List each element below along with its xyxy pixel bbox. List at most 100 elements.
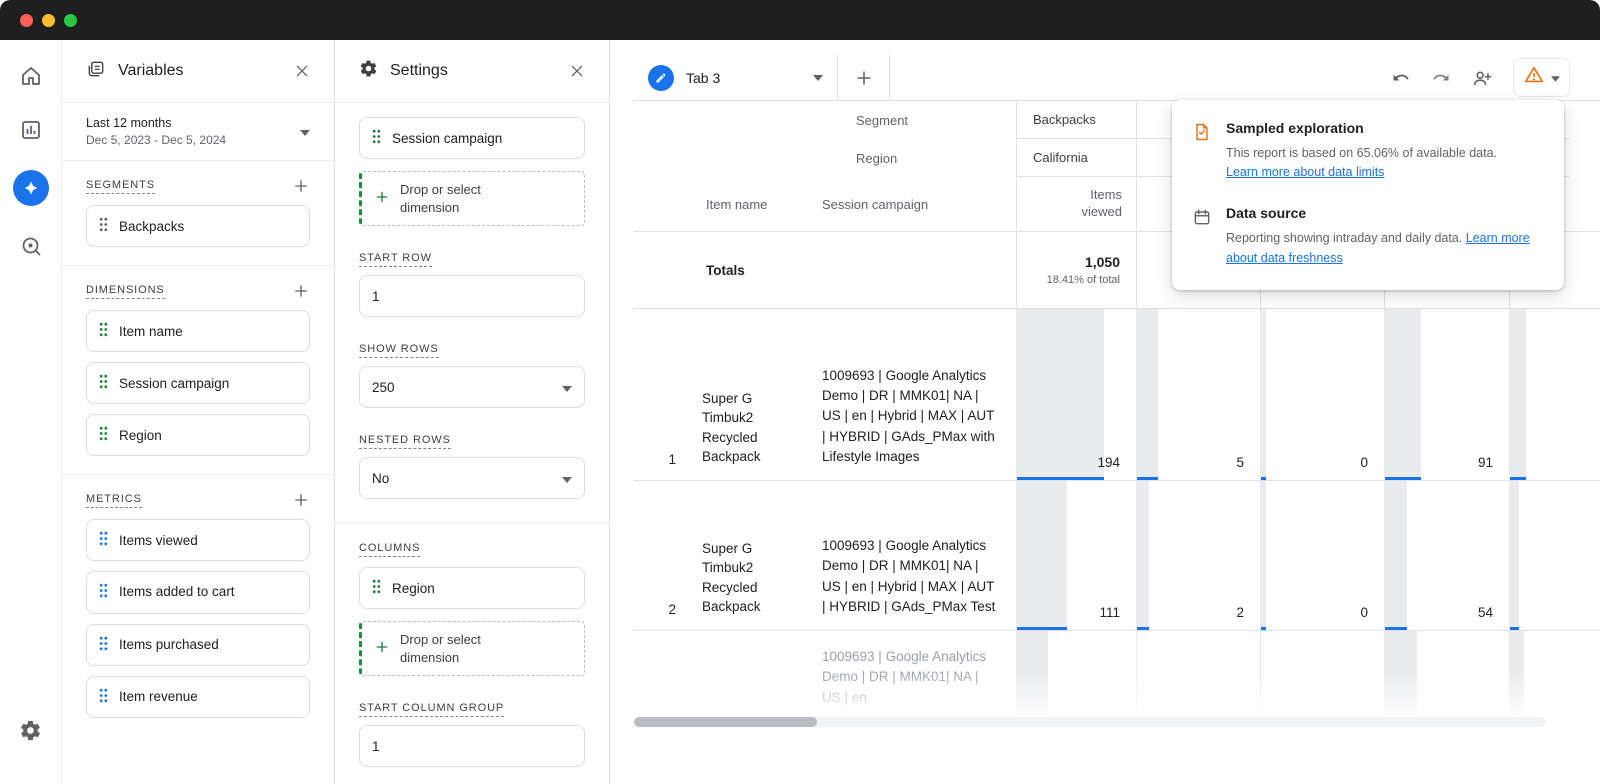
table-row[interactable]: 1 Super G Timbuk2 Recycled Backpack 1009…	[634, 309, 1600, 481]
metric-cell	[1016, 631, 1136, 717]
metrics-section-label: METRICS	[86, 493, 142, 508]
minimize-window-button[interactable]	[42, 14, 55, 27]
drag-handle-icon	[99, 374, 108, 392]
metric-cell: 2	[1136, 481, 1260, 630]
metric-cell	[1136, 631, 1260, 717]
drag-handle-icon	[99, 322, 108, 340]
dimensions-section-label: DIMENSIONS	[86, 284, 165, 299]
start-row-input[interactable]: 1	[359, 275, 585, 317]
start-column-group-label: START COLUMN GROUP	[359, 702, 504, 717]
sampled-report-icon	[1192, 120, 1212, 181]
plus-icon	[374, 189, 390, 208]
drag-handle-icon	[99, 217, 108, 235]
horizontal-scrollbar[interactable]	[634, 717, 1546, 727]
data-limits-link[interactable]: Learn more about data limits	[1226, 165, 1384, 179]
chip-label: Session campaign	[119, 376, 229, 391]
start-column-group-input[interactable]: 1	[359, 725, 585, 767]
settings-panel-title: Settings	[390, 62, 448, 80]
plus-icon	[374, 639, 390, 658]
sampled-exploration-title: Sampled exploration	[1226, 120, 1497, 136]
nested-rows-label: NESTED ROWS	[359, 434, 451, 449]
close-window-button[interactable]	[20, 14, 33, 27]
chip-label: Item revenue	[119, 689, 198, 704]
columns-section-label: COLUMNS	[359, 542, 420, 557]
show-rows-label: SHOW ROWS	[359, 343, 439, 358]
rows-drop-dimension-zone[interactable]: Drop or select dimension	[359, 171, 585, 226]
drag-handle-icon	[372, 129, 381, 147]
metric-chip[interactable]: Items added to cart	[86, 571, 310, 614]
chip-label: Item name	[119, 324, 183, 339]
maximize-window-button[interactable]	[64, 14, 77, 27]
metric-cell: 5	[1136, 309, 1260, 480]
tab-bar: Tab 3	[634, 55, 1600, 101]
sampled-exploration-section: Sampled exploration This report is based…	[1192, 120, 1544, 181]
variables-icon	[86, 59, 106, 84]
rows-dimension-chip[interactable]: Session campaign	[359, 117, 585, 159]
date-range-selector[interactable]: Last 12 months Dec 5, 2023 - Dec 5, 2024	[62, 103, 334, 160]
scrollbar-thumb[interactable]	[634, 717, 817, 727]
window-titlebar	[0, 0, 1600, 40]
tab-settings-panel: Settings Session campaign Drop or select…	[335, 40, 610, 784]
start-row-value: 1	[372, 289, 380, 304]
date-range-secondary: Dec 5, 2023 - Dec 5, 2024	[86, 133, 226, 147]
redo-icon[interactable]	[1431, 68, 1451, 88]
tab-3[interactable]: Tab 3	[634, 55, 838, 100]
reports-icon[interactable]	[17, 116, 45, 144]
segments-section-label: SEGMENTS	[86, 179, 155, 194]
item-name-column-header[interactable]: Item name	[700, 177, 816, 231]
chip-label: Session campaign	[392, 131, 502, 146]
sampling-warning-icon	[1523, 64, 1545, 91]
chevron-down-icon	[562, 380, 572, 395]
dimension-chip[interactable]: Session campaign	[86, 362, 310, 404]
settings-gear-icon	[359, 59, 378, 83]
chip-label: Items added to cart	[119, 583, 259, 602]
table-row[interactable]: 2 Super G Timbuk2 Recycled Backpack 1009…	[634, 481, 1600, 631]
drag-handle-icon	[99, 636, 108, 654]
add-metric-button[interactable]	[292, 491, 310, 509]
close-settings-icon[interactable]	[569, 63, 585, 79]
add-tab-button[interactable]	[838, 55, 890, 100]
metric-cell: 194	[1016, 309, 1136, 480]
drag-handle-icon	[99, 426, 108, 444]
advertising-icon[interactable]	[17, 232, 45, 260]
metric-chip[interactable]: Items purchased	[86, 624, 310, 666]
session-campaign-cell: 1009693 | Google Analytics Demo | DR | M…	[816, 309, 1016, 480]
show-rows-select[interactable]: 250	[359, 366, 585, 408]
region-header-value[interactable]: California	[1016, 139, 1136, 177]
left-nav	[0, 40, 62, 784]
home-icon[interactable]	[17, 62, 45, 90]
add-dimension-button[interactable]	[292, 282, 310, 300]
tab-menu-chevron-icon[interactable]	[813, 75, 823, 81]
sampling-popover: Sampled exploration This report is based…	[1172, 100, 1564, 290]
metric-chip[interactable]: Items viewed	[86, 519, 310, 561]
add-segment-button[interactable]	[292, 177, 310, 195]
settings-gear-icon[interactable]	[17, 716, 45, 744]
segment-chip[interactable]: Backpacks	[86, 205, 310, 247]
explore-icon[interactable]	[13, 170, 49, 206]
sampling-status-button[interactable]	[1513, 58, 1570, 97]
metric-cell-clipped	[1509, 631, 1569, 717]
dimension-chip[interactable]: Item name	[86, 310, 310, 352]
chevron-down-icon	[562, 471, 572, 486]
session-campaign-cell: 1009693 | Google Analytics Demo | DR | M…	[816, 481, 1016, 630]
start-column-group-value: 1	[372, 739, 380, 754]
metric-cell: 91	[1384, 309, 1509, 480]
close-variables-icon[interactable]	[294, 63, 310, 79]
edit-pencil-icon	[648, 65, 674, 91]
nested-rows-value: No	[372, 471, 389, 486]
nested-rows-select[interactable]: No	[359, 457, 585, 499]
table-row[interactable]: 1009693 | Google Analytics Demo | DR | M…	[634, 631, 1600, 717]
item-name-cell: Super G Timbuk2 Recycled Backpack	[700, 481, 816, 630]
columns-drop-dimension-zone[interactable]: Drop or select dimension	[359, 621, 585, 676]
segment-header-value[interactable]: Backpacks	[1016, 101, 1136, 139]
items-viewed-column-header[interactable]: Items viewed	[1016, 177, 1136, 231]
columns-dimension-chip[interactable]: Region	[359, 567, 585, 609]
metric-chip[interactable]: Item revenue	[86, 676, 310, 718]
drag-handle-icon	[99, 583, 108, 601]
undo-icon[interactable]	[1391, 68, 1411, 88]
session-campaign-column-header[interactable]: Session campaign	[816, 177, 1016, 231]
dimension-chip[interactable]: Region	[86, 414, 310, 456]
add-collaborator-icon[interactable]	[1471, 67, 1493, 89]
tab-label: Tab 3	[686, 70, 720, 86]
data-source-section: Data source Reporting showing intraday a…	[1192, 205, 1544, 268]
